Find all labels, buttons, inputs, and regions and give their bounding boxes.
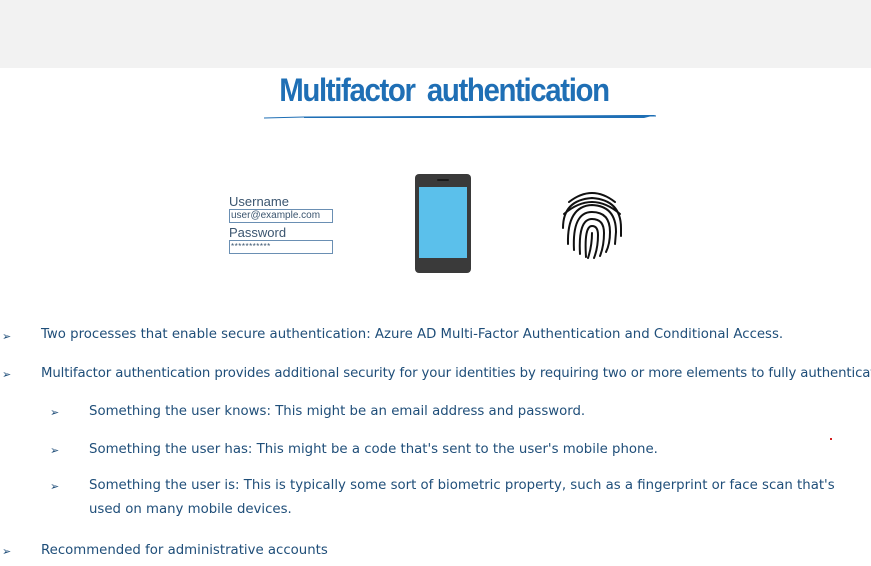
sub-bullet-item: Something the user knows: This might be … — [89, 404, 586, 419]
bullet-list: ➢ Two processes that enable secure authe… — [0, 0, 871, 566]
arrow-bullet-icon: ➢ — [2, 330, 12, 343]
bullet-item: Two processes that enable secure authent… — [41, 327, 784, 342]
arrow-bullet-icon: ➢ — [50, 444, 60, 457]
bullet-item: Multifactor authentication provides addi… — [41, 366, 871, 381]
arrow-bullet-icon: ➢ — [50, 406, 60, 419]
slide: Multifactor authentication Username user… — [0, 0, 871, 566]
arrow-bullet-icon: ➢ — [2, 368, 12, 381]
sub-bullet-item: Something the user has: This might be a … — [89, 442, 658, 457]
stray-dot — [830, 438, 832, 440]
bullet-item: Recommended for administrative accounts — [41, 543, 328, 558]
arrow-bullet-icon: ➢ — [2, 545, 12, 558]
arrow-bullet-icon: ➢ — [50, 480, 60, 493]
sub-bullet-item: Something the user is: This is typically… — [89, 478, 835, 517]
